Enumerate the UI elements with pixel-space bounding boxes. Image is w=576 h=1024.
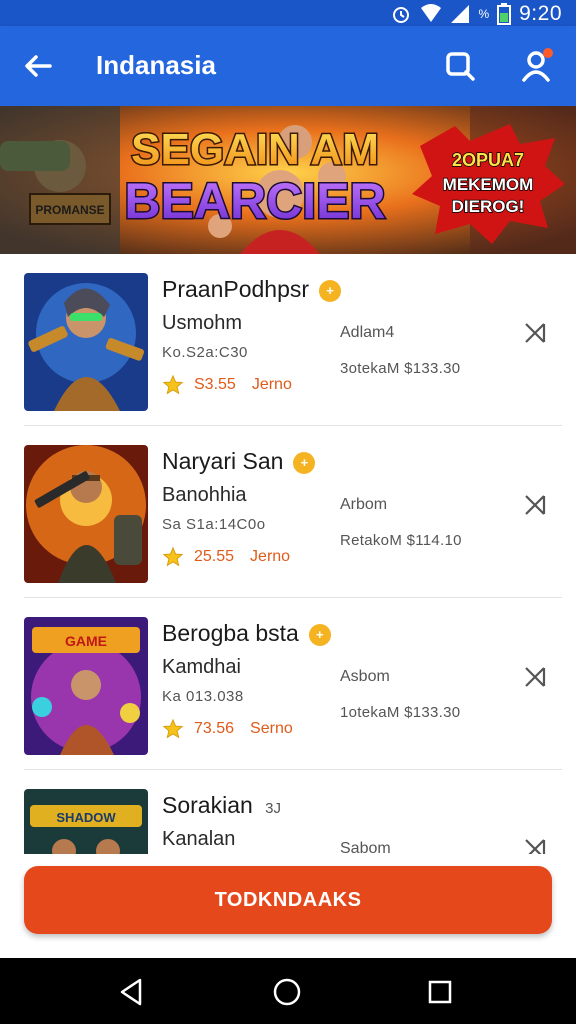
banner-sign-text: PROMANSE <box>35 203 104 217</box>
game-thumbnail[interactable]: SHADOW <box>24 789 148 854</box>
meta-price: 1otekaM $133.30 <box>340 704 461 721</box>
app-bar: Indanasia <box>0 26 576 106</box>
star-icon <box>162 374 184 395</box>
status-icons: % 9:20 <box>390 2 562 26</box>
meta-label: Asbom <box>340 668 390 685</box>
close-icon <box>525 323 546 343</box>
coin-badge-icon: + <box>293 451 316 474</box>
thumbnail-art: SHADOW <box>24 789 148 854</box>
account-icon <box>522 48 553 82</box>
game-name-text: Naryari San <box>162 448 284 474</box>
game-developer: Kamdhai <box>162 656 241 678</box>
rating-value: 25.55 <box>194 548 235 565</box>
game-name: Sorakian 3J <box>162 792 281 819</box>
rating-value: S3.55 <box>194 376 236 393</box>
rating-line: 73.56 Serno <box>162 718 293 740</box>
meta-label: Arbom <box>340 496 388 513</box>
rating-value: 73.56 <box>194 720 235 737</box>
meta-price: 3otekaM $133.30 <box>340 360 461 377</box>
close-icon <box>525 839 546 854</box>
alarm-icon <box>393 7 410 23</box>
banner-artwork: PROMANSE SEGAIN AM BEARCIER 2OPUA7 MEKEM… <box>0 106 576 254</box>
game-name-text: PraanPodhpsr <box>162 276 310 302</box>
thumbnail-art: GAME <box>24 617 148 755</box>
rating-tag: Jerno <box>250 548 291 565</box>
game-code: Ka 013.038 <box>162 688 244 705</box>
game-name-text: Sorakian <box>162 792 253 818</box>
nav-home-button[interactable] <box>271 976 303 1008</box>
meta-label: Sabom <box>340 840 391 854</box>
game-name: Berogba bsta + <box>162 620 331 647</box>
game-thumbnail[interactable] <box>24 273 148 411</box>
banner-burst-line3: DIEROG! <box>452 197 525 216</box>
back-arrow-icon <box>25 55 52 77</box>
search-icon <box>446 52 475 81</box>
rating-line: 25.55 Jerno <box>162 546 290 568</box>
signal-icon <box>451 5 470 23</box>
thumbnail-art <box>24 445 148 583</box>
game-developer: Banohhia <box>162 484 247 506</box>
status-bar: % 9:20 <box>0 0 576 26</box>
svg-text:SHADOW: SHADOW <box>56 810 116 825</box>
meta-label: Adlam4 <box>340 324 395 341</box>
promo-banner[interactable]: PROMANSE SEGAIN AM BEARCIER 2OPUA7 MEKEM… <box>0 106 576 254</box>
rating-tag: Serno <box>250 720 293 737</box>
home-circle-icon <box>273 978 301 1006</box>
game-developer: Kanalan <box>162 828 236 850</box>
meta-price: RetakoM $114.10 <box>340 532 462 549</box>
banner-burst-line1: 2OPUA7 <box>452 150 524 170</box>
game-name-extra: 3J <box>265 800 282 817</box>
banner-title-line1: SEGAIN AM <box>131 125 379 174</box>
game-code: Ko.S2a:C30 <box>162 344 248 361</box>
page-title: Indanasia <box>96 50 216 80</box>
rating-line: S3.55 Jerno <box>162 374 292 396</box>
dismiss-button[interactable] <box>520 662 550 692</box>
back-button[interactable] <box>18 46 58 86</box>
dismiss-button[interactable] <box>520 834 550 854</box>
list-item[interactable]: GAME Berogba bsta + Kamdhai Ka 013.038 73… <box>0 598 576 770</box>
search-button[interactable] <box>440 46 480 86</box>
star-icon <box>162 718 184 739</box>
game-code: Sa S1a:14C0o <box>162 516 266 533</box>
list-item[interactable]: Naryari San + Banohhia Sa S1a:14C0o 25.55… <box>0 426 576 598</box>
banner-burst-line2: MEKEMOM <box>443 175 534 194</box>
status-time: 9:20 <box>519 2 562 25</box>
percent-glyph: % <box>478 7 490 21</box>
game-thumbnail[interactable] <box>24 445 148 583</box>
primary-action-button[interactable]: TODKNDAAKS <box>24 866 552 934</box>
game-name: Naryari San + <box>162 448 316 475</box>
list-item[interactable]: PraanPodhpsr + Usmohm Ko.S2a:C30 S3.55 Je… <box>0 254 576 426</box>
dismiss-button[interactable] <box>520 490 550 520</box>
game-thumbnail[interactable]: GAME <box>24 617 148 755</box>
game-list[interactable]: PraanPodhpsr + Usmohm Ko.S2a:C30 S3.55 Je… <box>0 254 576 854</box>
wifi-icon <box>421 4 442 22</box>
battery-icon <box>497 3 512 25</box>
close-icon <box>525 667 546 687</box>
game-name-text: Berogba bsta <box>162 620 299 646</box>
nav-recents-button[interactable] <box>424 976 456 1008</box>
banner-title-line2: BEARCIER <box>124 173 385 229</box>
svg-text:GAME: GAME <box>65 633 107 649</box>
thumbnail-art <box>24 273 148 411</box>
list-item[interactable]: SHADOW Sorakian 3J Kanalan Sabom <box>0 770 576 854</box>
game-developer: Usmohm <box>162 312 243 334</box>
dismiss-button[interactable] <box>520 318 550 348</box>
close-icon <box>525 495 546 515</box>
star-icon <box>162 546 184 567</box>
rating-tag: Jerno <box>251 376 292 393</box>
coin-badge-icon: + <box>308 623 331 646</box>
recents-square-icon <box>428 980 452 1004</box>
nav-back-button[interactable] <box>116 976 148 1008</box>
system-nav-bar <box>0 958 576 1024</box>
coin-badge-icon: + <box>319 279 342 302</box>
game-name: PraanPodhpsr + <box>162 276 342 303</box>
profile-button[interactable] <box>518 46 558 86</box>
cta-area: TODKNDAAKS <box>0 854 576 958</box>
back-triangle-icon <box>120 978 142 1006</box>
